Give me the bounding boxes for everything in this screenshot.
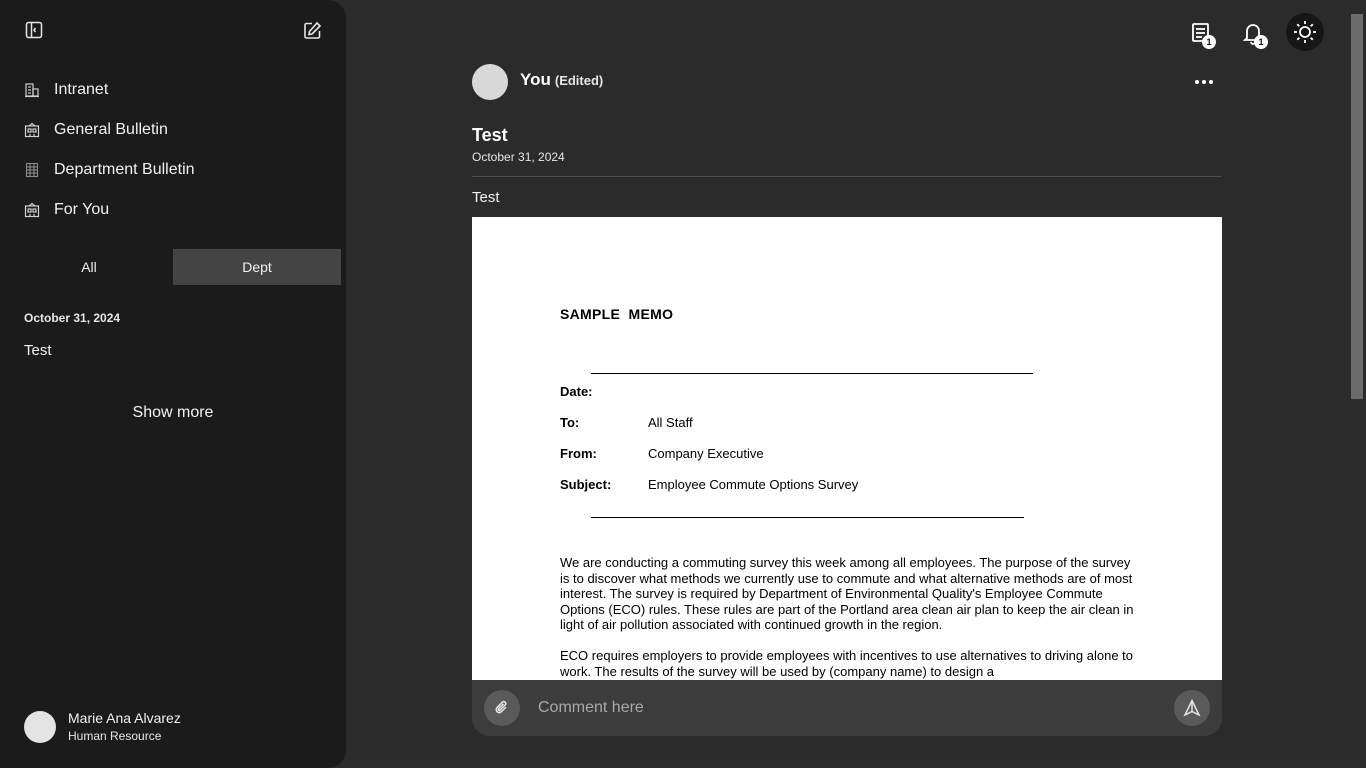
memo-to-label: To: [560, 415, 580, 430]
compose-icon[interactable] [302, 20, 322, 40]
memo-to-field: To: All Staff [560, 415, 693, 430]
post-title: Test [472, 125, 508, 145]
messages-badge: 1 [1202, 35, 1216, 49]
show-more-button[interactable]: Show more [0, 404, 346, 422]
tab-all[interactable]: All [5, 249, 173, 285]
memo-rule-top [591, 373, 1033, 374]
sidebar-item-intranet[interactable]: Intranet [24, 70, 324, 110]
messages-button[interactable]: 1 [1182, 14, 1220, 52]
sidebar-item-department-bulletin[interactable]: Department Bulletin [24, 150, 324, 190]
ellipsis-icon [1195, 80, 1199, 84]
divider [472, 176, 1222, 177]
memo-from-value: Company Executive [648, 446, 764, 461]
send-icon [1183, 699, 1201, 717]
memo-date-field: Date: [560, 384, 648, 399]
page-scrollbar[interactable] [1350, 0, 1366, 768]
bulletin-board-icon [24, 122, 40, 138]
more-options-button[interactable] [1190, 72, 1218, 92]
memo-to-value: All Staff [648, 415, 693, 430]
memo-from-label: From: [560, 446, 597, 461]
post-body: Test [472, 189, 500, 206]
sidebar-item-general-bulletin[interactable]: General Bulletin [24, 110, 324, 150]
send-button[interactable] [1174, 690, 1210, 726]
notifications-badge: 1 [1254, 35, 1268, 49]
grid-building-icon [25, 162, 39, 178]
post-author: You (Edited) [520, 70, 603, 90]
author-avatar [472, 64, 508, 100]
post-date: October 31, 2024 [472, 150, 565, 164]
author-name: You [520, 70, 551, 89]
memo-heading: SAMPLE MEMO [560, 306, 674, 322]
paperclip-icon [495, 700, 507, 714]
attach-button[interactable] [484, 690, 520, 726]
theme-toggle-button[interactable] [1286, 13, 1324, 51]
avatar [24, 710, 56, 743]
memo-subject-field: Subject: Employee Commute Options Survey [560, 477, 858, 492]
sidebar-item-label: General Bulletin [54, 121, 168, 138]
comment-box [472, 680, 1222, 736]
comment-input[interactable] [538, 694, 1158, 722]
sidebar-post-item[interactable]: Test [24, 342, 52, 359]
memo-subject-value: Employee Commute Options Survey [648, 477, 859, 492]
filter-tabs: All Dept [5, 249, 341, 285]
user-profile[interactable]: Marie Ana Alvarez Human Resource [24, 710, 181, 743]
tab-dept[interactable]: Dept [173, 249, 341, 285]
sidebar-nav: Intranet General Bulletin Department Bul… [24, 70, 324, 230]
memo-date-label: Date: [560, 384, 593, 399]
toggle-sidebar-icon[interactable] [24, 20, 44, 40]
sidebar-item-label: Department Bulletin [54, 161, 195, 178]
memo-paragraph: We are conducting a commuting survey thi… [560, 555, 1134, 632]
sidebar: Intranet General Bulletin Department Bul… [0, 0, 346, 768]
sidebar-date-heading: October 31, 2024 [24, 311, 121, 325]
sidebar-item-for-you[interactable]: For You [24, 190, 324, 230]
memo-subject-label: Subject: [560, 477, 612, 492]
memo-rule-bottom [591, 517, 1024, 518]
user-name: Marie Ana Alvarez [68, 710, 181, 726]
scrollbar-thumb[interactable] [1351, 14, 1363, 399]
sidebar-item-label: For You [54, 201, 110, 218]
sidebar-item-label: Intranet [54, 81, 109, 98]
notifications-button[interactable]: 1 [1234, 14, 1272, 52]
edited-label: (Edited) [554, 73, 604, 88]
building-icon [25, 83, 39, 98]
sun-icon [1294, 21, 1316, 43]
bulletin-board-icon [24, 202, 40, 218]
memo-attachment[interactable]: SAMPLE MEMO Date: To: All Staff From: Comp… [472, 217, 1222, 680]
user-role: Human Resource [68, 729, 162, 743]
memo-from-field: From: Company Executive [560, 446, 764, 461]
memo-paragraph: ECO requires employers to provide employ… [560, 648, 1134, 679]
